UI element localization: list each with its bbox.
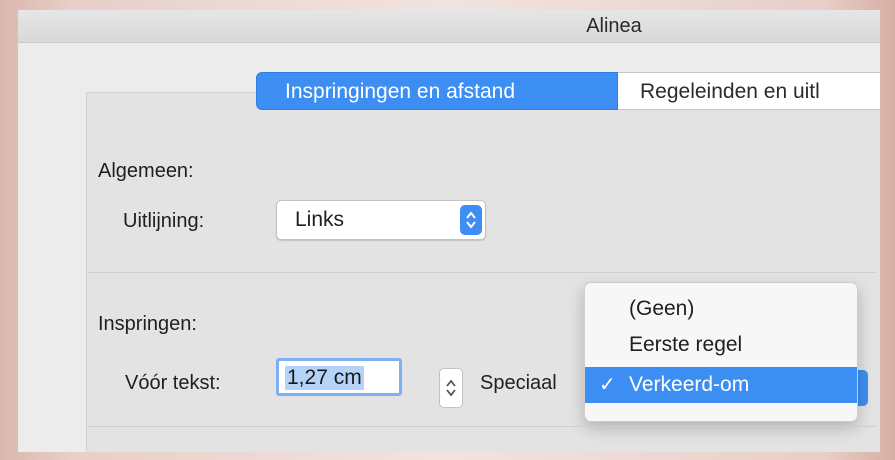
alignment-popup[interactable]: Links [276,200,486,240]
bottom-divider [86,426,876,427]
before-text-label: Vóór tekst: [125,372,221,394]
menu-item-none[interactable]: (Geen) [585,291,857,327]
stepper-arrows-icon [446,379,456,397]
paragraph-dialog: Alinea Inspringingen en afstand Regelein… [18,10,880,452]
menu-item-hanging[interactable]: ✓ Verkeerd-om [585,367,857,403]
menu-item-first-line[interactable]: Eerste regel [585,327,857,363]
tab-bar: Inspringingen en afstand Regeleinden en … [256,72,880,110]
window-title: Alinea [586,15,642,37]
before-text-input[interactable]: 1,27 cm [276,358,402,396]
before-text-stepper[interactable] [439,368,463,408]
before-text-value: 1,27 cm [285,366,364,390]
title-bar: Alinea [18,10,880,43]
menu-item-hanging-label: Verkeerd-om [629,373,750,396]
indent-heading: Inspringen: [98,313,197,335]
alignment-label: Uitlijning: [123,210,205,232]
tab-indents-and-spacing[interactable]: Inspringingen en afstand [256,72,618,110]
general-heading: Algemeen: [98,160,194,182]
tab-line-breaks[interactable]: Regeleinden en uitl [618,72,880,110]
special-label: Speciaal [480,372,557,394]
special-dropdown-menu: (Geen) Eerste regel ✓ Verkeerd-om [584,282,858,422]
checkmark-icon: ✓ [599,374,616,396]
alignment-value: Links [295,208,345,231]
section-divider [86,272,876,273]
up-down-arrows-icon [460,205,482,235]
